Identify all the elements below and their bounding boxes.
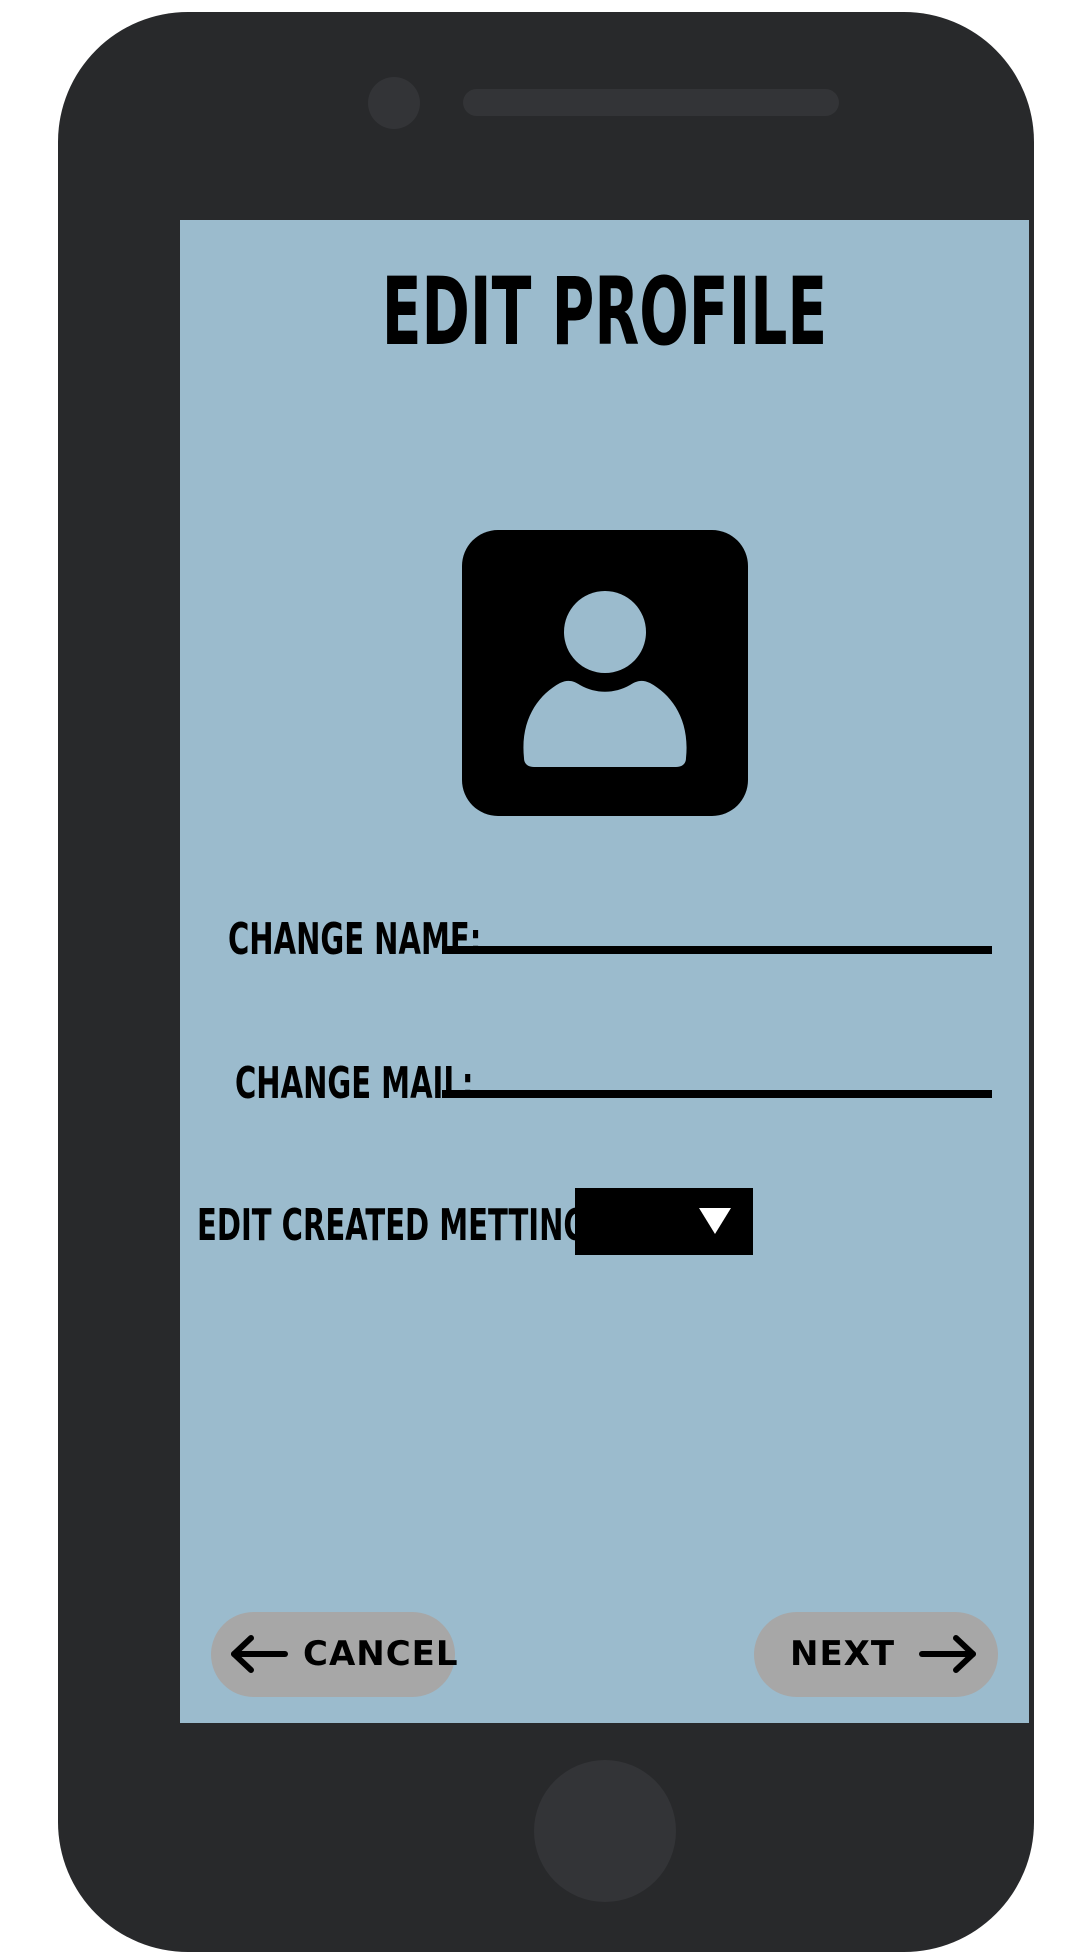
triangle-down-icon — [699, 1208, 731, 1234]
change-name-label: CHANGE NAME: — [228, 914, 482, 965]
cancel-button[interactable]: CANCEL — [211, 1612, 458, 1697]
next-button[interactable]: NEXT — [754, 1612, 998, 1697]
change-name-input[interactable] — [442, 946, 992, 954]
phone-frame: EDIT PROFILE CHANGE NAME: CHANGE MAIL: E… — [58, 12, 1034, 1952]
meetings-dropdown[interactable] — [575, 1188, 753, 1255]
edit-meetings-label: EDIT CREATED METTINGS: — [197, 1200, 620, 1251]
change-mail-input[interactable] — [442, 1090, 992, 1098]
edit-profile-screen: EDIT PROFILE CHANGE NAME: CHANGE MAIL: E… — [180, 220, 1029, 1723]
user-profile-icon — [523, 591, 687, 767]
next-button-label: NEXT — [790, 1634, 896, 1674]
page-title: EDIT PROFILE — [381, 258, 828, 367]
arrow-left-icon — [231, 1635, 288, 1673]
cancel-button-label: CANCEL — [303, 1634, 459, 1674]
profile-picture-button[interactable] — [462, 530, 748, 816]
change-mail-label: CHANGE MAIL: — [235, 1058, 474, 1109]
home-button[interactable] — [534, 1760, 676, 1902]
earpiece-speaker — [463, 89, 839, 116]
front-camera — [368, 77, 420, 129]
arrow-right-icon — [919, 1635, 976, 1673]
